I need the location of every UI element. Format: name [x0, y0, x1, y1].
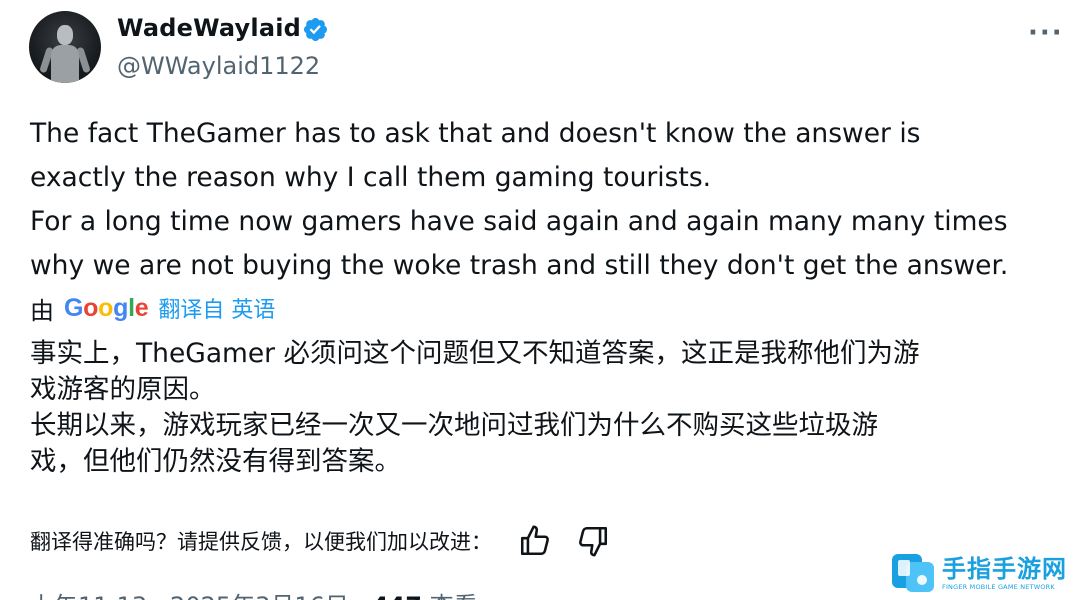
thumbs-up-icon[interactable] [518, 524, 552, 558]
translation-attribution: 由 Google 翻译自 英语 [30, 290, 275, 326]
thumbs-down-icon[interactable] [576, 524, 610, 558]
post-text-original: The fact TheGamer has to ask that and do… [30, 118, 1009, 281]
post-meta: 上午11:13 · 2025年3月16日 · 447 查看 [30, 586, 478, 600]
site-watermark: 手指手游网 FINGER MOBILE GAME NETWORK [890, 548, 1070, 598]
watermark-title: 手指手游网 [942, 555, 1067, 583]
translation-by-label: 由 [30, 296, 54, 325]
google-logo: Google [64, 293, 149, 322]
verified-badge-icon [303, 17, 328, 42]
feedback-question: 翻译得准确吗？请提供反馈，以便我们加以改进： [30, 530, 492, 554]
avatar[interactable] [29, 11, 101, 83]
more-options-icon[interactable]: ··· [1028, 18, 1064, 48]
post-text-translated: 事实上，TheGamer 必须问这个问题但又不知道答案，这正是我称他们为游 戏游… [30, 338, 920, 477]
author-handle[interactable]: @WWaylaid1122 [117, 52, 320, 80]
watermark-logo-icon [892, 554, 934, 592]
post-timestamp[interactable]: 上午11:13 · 2025年3月16日 · [30, 592, 372, 600]
translated-from-link[interactable]: 翻译自 英语 [158, 292, 275, 324]
avatar-figure-torso [51, 45, 79, 83]
author-display-name[interactable]: WadeWaylaid [117, 14, 301, 42]
watermark-subtitle: FINGER MOBILE GAME NETWORK [942, 583, 1055, 591]
avatar-figure-head [57, 25, 73, 45]
views-label: 查看 [422, 592, 478, 600]
views-count: 447 [372, 592, 422, 600]
translation-feedback: 翻译得准确吗？请提供反馈，以便我们加以改进： [30, 524, 634, 558]
